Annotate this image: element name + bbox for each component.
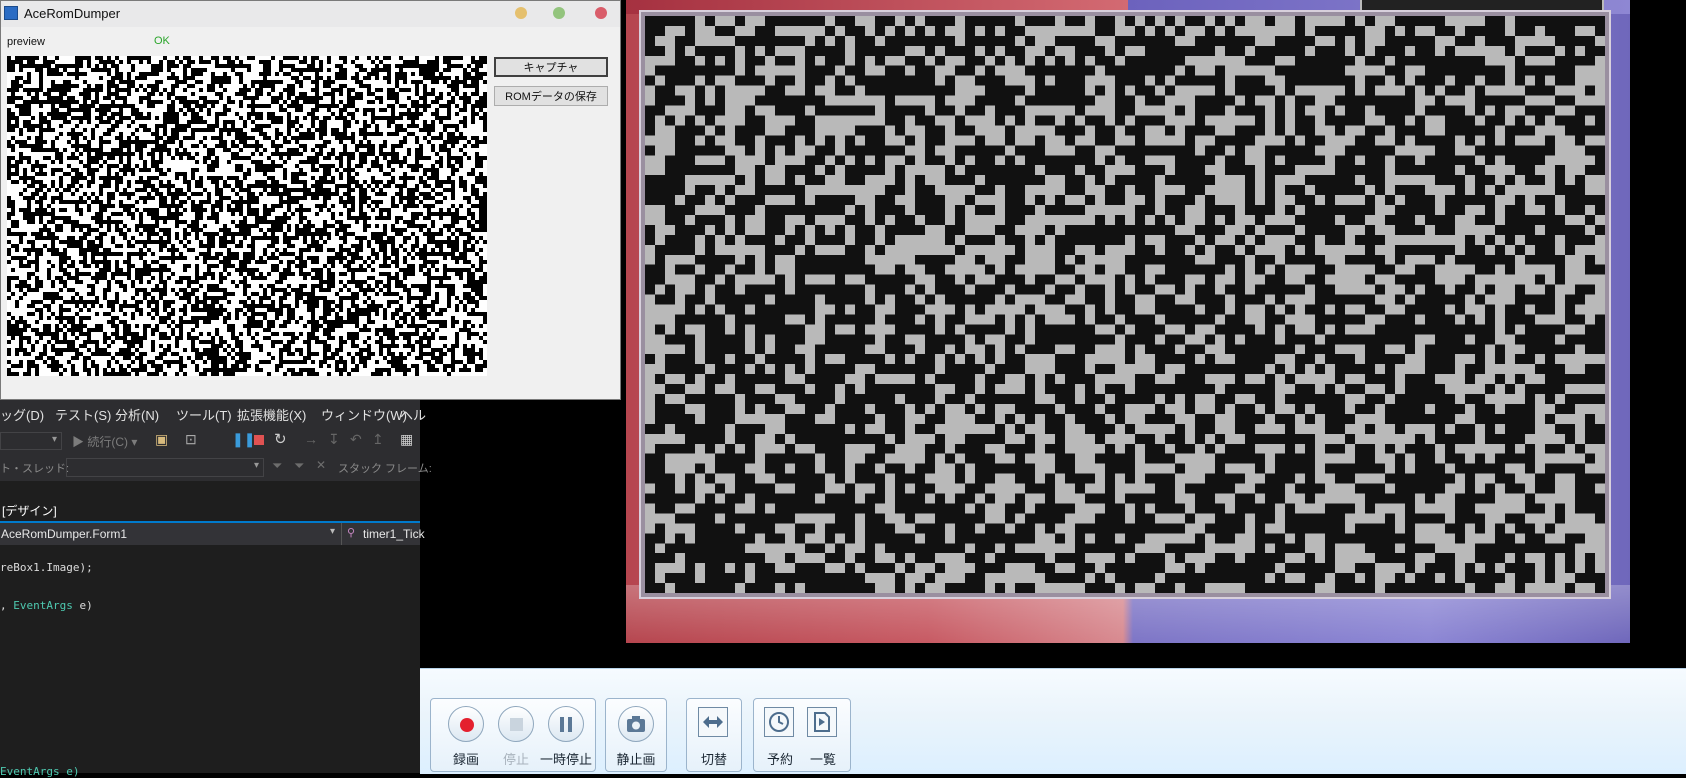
switch-button[interactable]: 切替 [691, 699, 737, 771]
filter-clear-icon[interactable]: ⏷ [294, 458, 304, 474]
game-menu-tab [1360, 0, 1604, 16]
capture-button[interactable]: キャプチャ [494, 57, 608, 77]
stop-button[interactable]: 停止 [493, 699, 539, 771]
pause-icon [548, 706, 584, 742]
thread-label: ト・スレッド: [0, 463, 70, 475]
swap-arrows-icon [698, 707, 728, 737]
pause-button[interactable]: 一時停止 [540, 699, 592, 771]
still-image-label: 静止画 [616, 752, 656, 767]
clock-icon [764, 707, 794, 737]
method-icon: ⚲ [347, 527, 356, 539]
restart-icon[interactable]: ↻ [274, 430, 287, 448]
switch-label: 切替 [700, 752, 727, 767]
config-dropdown[interactable]: ▾ [0, 432, 62, 450]
game-bottom-band [626, 585, 1630, 643]
step-over-icon[interactable]: → [304, 431, 318, 447]
still-group: 静止画 [605, 698, 667, 772]
switch-group: 切替 [686, 698, 742, 772]
pause-label: 一時停止 [539, 752, 592, 767]
ide-debug-toolbar: ▾ ▶ 続行(C) ▾ ▣ ⊡ ❚❚ ↻ → ↧ ↶ ↥ ▦ [0, 427, 420, 455]
recorder-toolbar: 録画 停止 一時停止 静止画 切替 予約 一覧 [420, 668, 1686, 774]
continue-label: 続行(C) [87, 435, 129, 449]
glitch-screen [645, 16, 1605, 593]
folder-icon[interactable]: ▣ [155, 431, 168, 448]
window-title: AceRomDumper [24, 6, 121, 21]
pause-debug-icon[interactable]: ❚❚ [232, 431, 255, 448]
hex-icon[interactable]: ▦ [400, 431, 413, 448]
status-text: OK [154, 35, 170, 47]
chevron-down-icon: ▾ [329, 526, 335, 537]
ide-navigation-bar: AceRomDumper.Form1 ▾ ⚲ timer1_Tick [0, 523, 425, 545]
class-name: AceRomDumper.Form1 [1, 527, 128, 541]
camera-icon [618, 706, 654, 742]
design-tab[interactable]: [デザイン] [2, 502, 57, 519]
chevron-down-icon: ▾ [253, 460, 259, 471]
close-dot[interactable] [595, 7, 607, 19]
code-line: , EventArgs e) [0, 599, 93, 612]
record-control-group: 録画 停止 一時停止 [430, 698, 596, 772]
ide-window: ッグ(D) テスト(S) 分析(N) ツール(T) 拡張機能(X) ウィンドウ(… [0, 399, 432, 778]
thread-dropdown[interactable]: ▾ [66, 458, 264, 477]
class-dropdown[interactable]: AceRomDumper.Form1 ▾ [0, 523, 342, 545]
game-frame [626, 0, 1630, 643]
title-bar[interactable]: AceRomDumper [1, 1, 620, 27]
stop-icon [498, 706, 534, 742]
menu-tools[interactable]: ツール(T) [176, 405, 232, 424]
menu-extensions[interactable]: 拡張機能(X) [237, 405, 306, 424]
list-label: 一覧 [809, 752, 836, 767]
preview-label: preview [7, 36, 45, 48]
filter-icon[interactable]: ⏷ [272, 458, 282, 474]
play-list-icon [807, 707, 837, 737]
record-icon [448, 706, 484, 742]
stack-frame-label: スタック フレーム: [338, 463, 432, 475]
app-icon [4, 6, 18, 20]
minimize-dot[interactable] [515, 7, 527, 19]
code-line: reBox1.Image); [0, 561, 93, 574]
acerom-window: AceRomDumper preview OK キャプチャ ROMデータの保存 [0, 0, 621, 400]
menu-help[interactable]: ヘル [400, 405, 426, 424]
still-image-button[interactable]: 静止画 [613, 699, 659, 771]
menu-test[interactable]: テスト(S) [55, 405, 111, 424]
code-line: EventArgs e) [0, 765, 80, 778]
ide-document-tab-row: [デザイン] [0, 499, 420, 523]
save-rom-button[interactable]: ROMデータの保存 [494, 86, 608, 106]
menu-debug[interactable]: ッグ(D) [0, 405, 44, 424]
preview-image [7, 56, 487, 376]
list-button[interactable]: 一覧 [800, 699, 846, 771]
step-into-icon[interactable]: ↧ [328, 431, 340, 448]
stop-debug-icon[interactable] [254, 435, 264, 445]
menu-window[interactable]: ウィンドウ(W) [321, 405, 407, 424]
maximize-dot[interactable] [553, 7, 565, 19]
continue-button[interactable]: ▶ 続行(C) ▾ [72, 433, 137, 450]
member-name: timer1_Tick [363, 527, 425, 541]
record-button[interactable]: 録画 [443, 699, 489, 771]
member-dropdown[interactable]: ⚲ timer1_Tick [344, 523, 425, 545]
step-back-icon[interactable]: ↶ [350, 431, 362, 448]
chevron-down-icon: ▾ [51, 434, 57, 445]
ide-menubar: ッグ(D) テスト(S) 分析(N) ツール(T) 拡張機能(X) ウィンドウ(… [0, 399, 426, 427]
ide-thread-toolbar: ト・スレッド: ▾ ⏷ ⏷ ✕ スタック フレーム: [0, 455, 432, 481]
menu-analyze[interactable]: 分析(N) [115, 405, 159, 424]
screenshot-icon[interactable]: ⊡ [185, 431, 197, 448]
step-out-icon[interactable]: ↥ [372, 431, 384, 448]
schedule-group: 予約 一覧 [753, 698, 851, 772]
thread-flag-icon[interactable]: ✕ [316, 458, 326, 472]
